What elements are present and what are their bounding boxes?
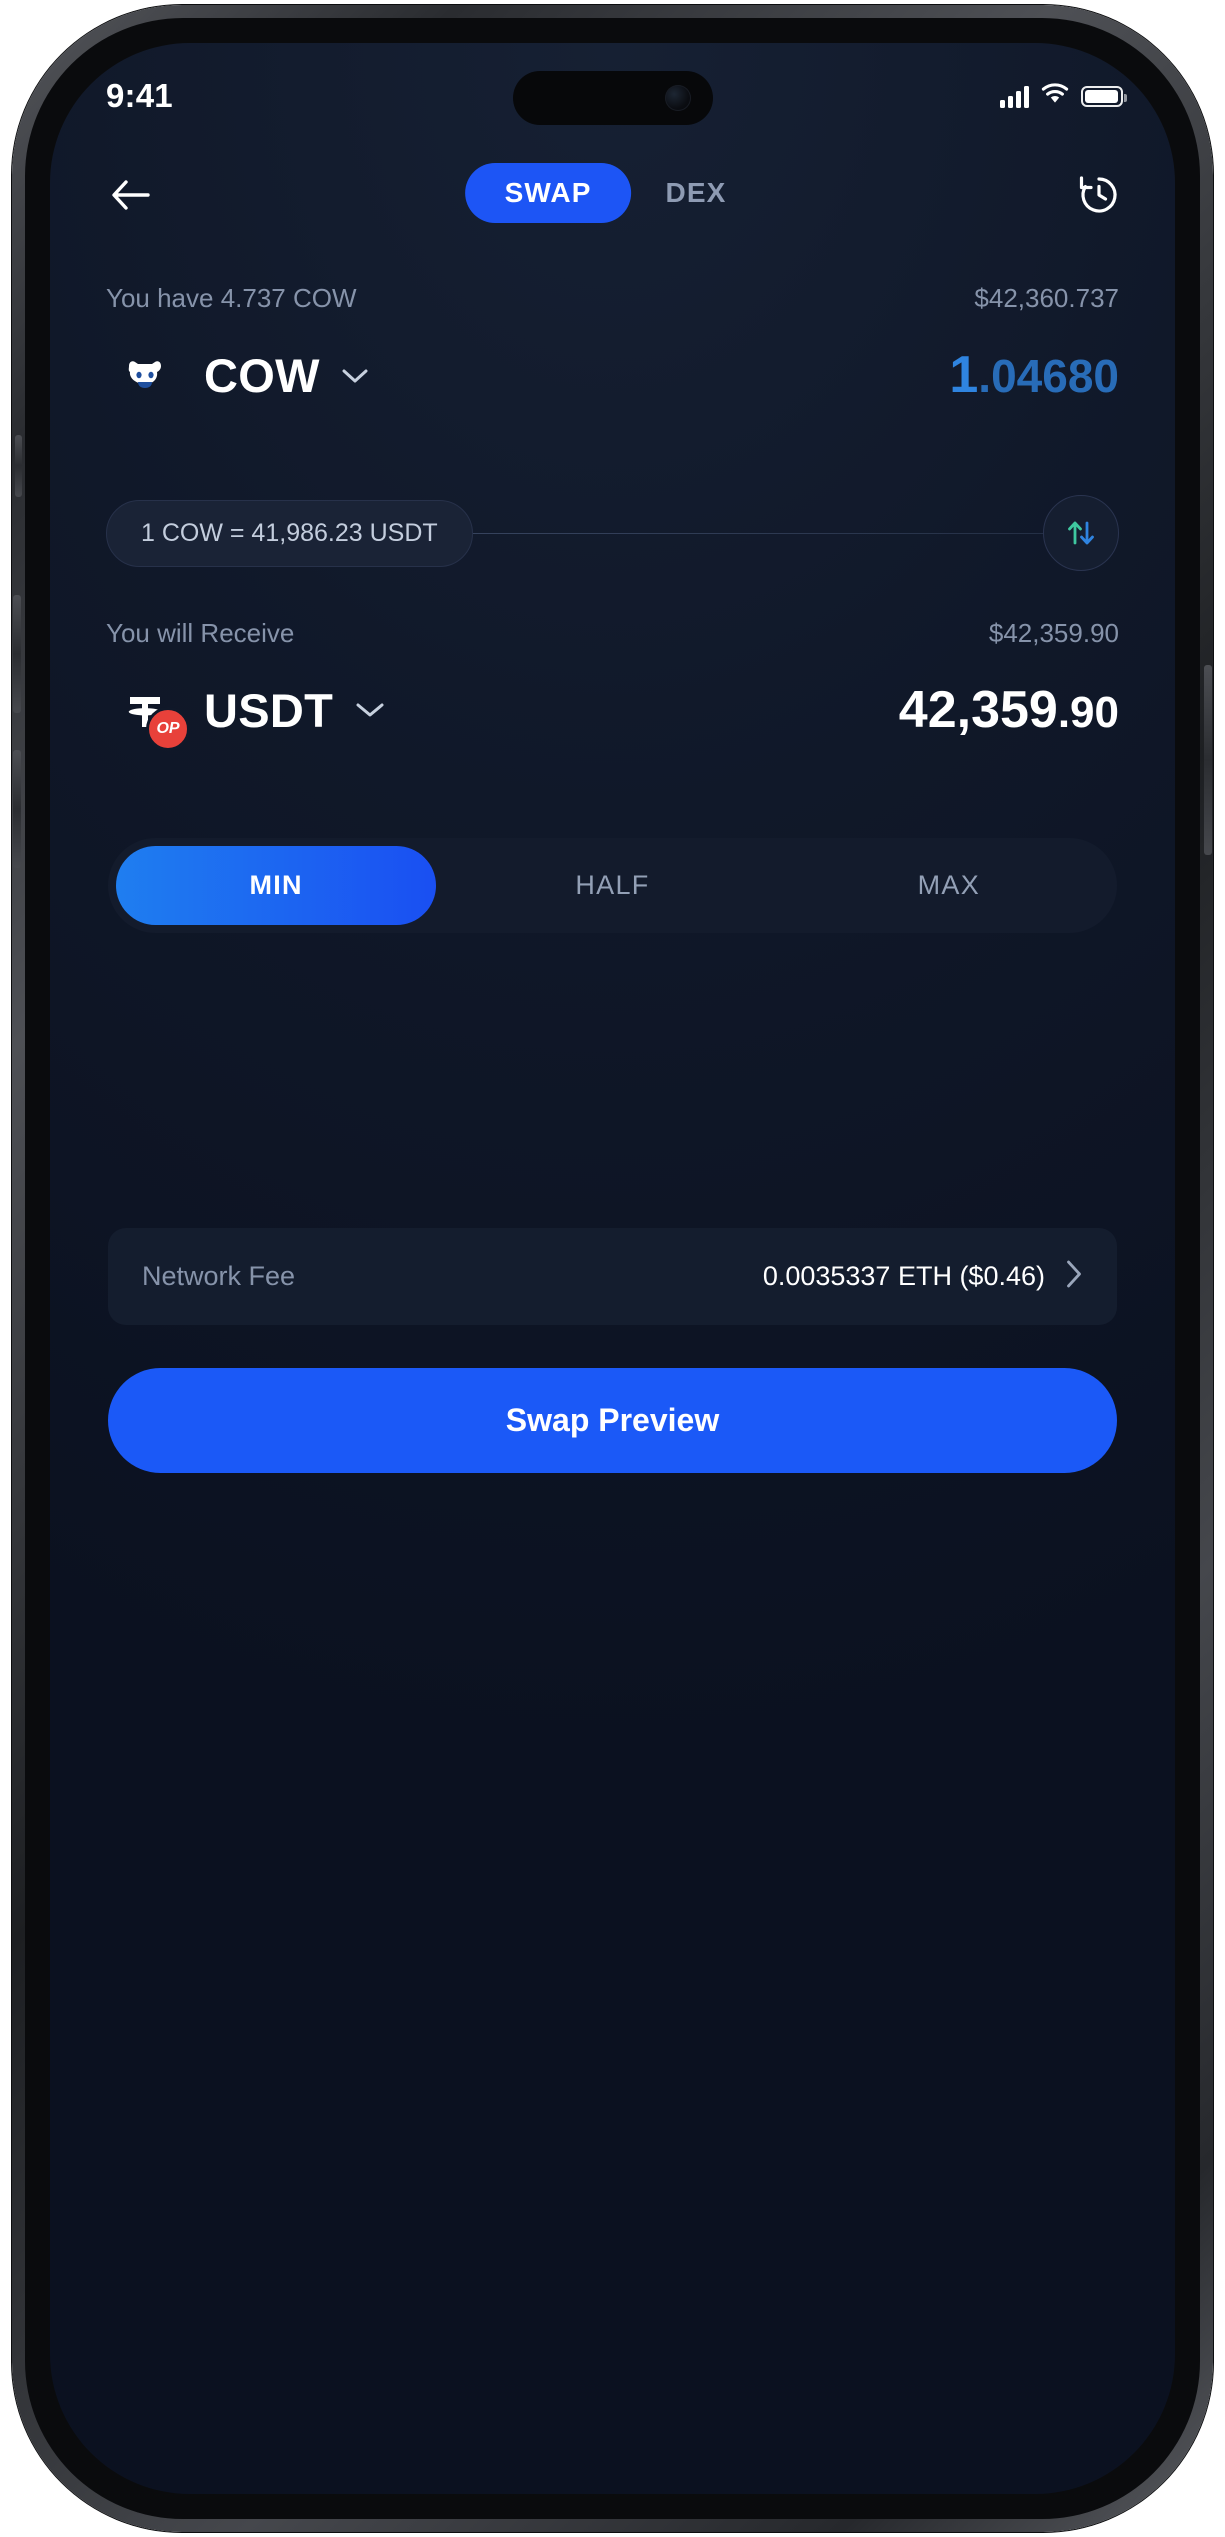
- from-amount-integer: 1: [949, 346, 979, 404]
- app-header: SWAP DEX: [50, 163, 1175, 243]
- from-token-row: COW 1.04680: [106, 336, 1119, 414]
- phone-bezel: 9:41 SWAP DEX You have 4.737 COW $42,360…: [25, 18, 1200, 2519]
- phone-frame: 9:41 SWAP DEX You have 4.737 COW $42,360…: [12, 5, 1213, 2532]
- network-fee-right: 0.0035337 ETH ($0.46): [763, 1259, 1083, 1294]
- preset-half[interactable]: HALF: [452, 846, 772, 925]
- phone-screen: 9:41 SWAP DEX You have 4.737 COW $42,360…: [50, 43, 1175, 2494]
- cellular-signal-icon: [1000, 85, 1029, 108]
- chevron-down-icon: [342, 361, 368, 389]
- exchange-rate-bar: 1 COW = 41,986.23 USDT: [106, 495, 1119, 571]
- silent-switch[interactable]: [15, 435, 22, 497]
- volume-up-button[interactable]: [13, 595, 21, 713]
- status-time: 9:41: [106, 77, 173, 114]
- from-meta-row: You have 4.737 COW $42,360.737: [106, 283, 1119, 314]
- to-token-row: OP USDT 42,359.90: [106, 671, 1119, 751]
- from-fiat-value: $42,360.737: [974, 283, 1119, 313]
- back-arrow-icon: [112, 180, 150, 210]
- to-amount-integer: 42,359: [898, 681, 1058, 739]
- network-fee-value: 0.0035337 ETH ($0.46): [762, 1261, 1045, 1291]
- from-token-section: You have 4.737 COW $42,360.737 COW 1.046…: [106, 283, 1119, 414]
- front-camera-icon: [664, 85, 691, 111]
- to-receive-label: You will Receive: [106, 618, 295, 648]
- preset-min[interactable]: MIN: [116, 846, 437, 925]
- cow-token-icon: [106, 336, 184, 414]
- from-token-symbol: COW: [204, 348, 320, 402]
- tab-dex[interactable]: DEX: [631, 163, 760, 223]
- exchange-rate-label: 1 COW = 41,986.23 USDT: [106, 499, 473, 567]
- swap-direction-button[interactable]: [1043, 495, 1119, 571]
- power-button[interactable]: [1204, 665, 1212, 855]
- volume-down-button[interactable]: [13, 750, 21, 868]
- chevron-down-icon: [355, 696, 385, 724]
- dynamic-island: [512, 71, 713, 125]
- from-balance-label: You have 4.737 COW: [106, 283, 357, 313]
- from-amount-decimal: .04680: [978, 350, 1119, 402]
- history-clock-icon: [1079, 176, 1117, 213]
- network-fee-label: Network Fee: [142, 1261, 296, 1291]
- to-fiat-value: $42,359.90: [988, 618, 1119, 648]
- to-meta-row: You will Receive $42,359.90: [106, 618, 1119, 649]
- swap-dex-segmented-control: SWAP DEX: [464, 163, 761, 223]
- network-fee-row[interactable]: Network Fee 0.0035337 ETH ($0.46): [108, 1228, 1117, 1325]
- from-amount[interactable]: 1.04680: [949, 345, 1119, 405]
- to-token-selector[interactable]: OP USDT: [106, 671, 385, 751]
- to-token-symbol: USDT: [204, 683, 334, 737]
- to-amount[interactable]: 42,359.90: [899, 680, 1119, 740]
- from-token-selector[interactable]: COW: [106, 336, 368, 414]
- preset-max[interactable]: MAX: [789, 846, 1109, 925]
- battery-icon: [1081, 86, 1127, 107]
- tether-token-icon: OP: [106, 671, 190, 751]
- optimism-network-badge: OP: [146, 707, 190, 751]
- to-amount-decimal: .90: [1057, 688, 1119, 737]
- swap-preview-button[interactable]: Swap Preview: [108, 1368, 1117, 1473]
- swap-direction-icon: [1068, 521, 1094, 545]
- status-icons: [1000, 83, 1127, 110]
- tab-swap[interactable]: SWAP: [464, 163, 632, 223]
- to-token-section: You will Receive $42,359.90 OP USDT 42,3…: [106, 618, 1119, 751]
- wifi-icon: [1040, 83, 1070, 110]
- chevron-right-icon: [1065, 1259, 1083, 1294]
- amount-preset-group: MIN HALF MAX: [108, 838, 1117, 933]
- history-button[interactable]: [1067, 163, 1131, 227]
- rate-divider-line: [472, 532, 1045, 534]
- back-button[interactable]: [98, 163, 162, 227]
